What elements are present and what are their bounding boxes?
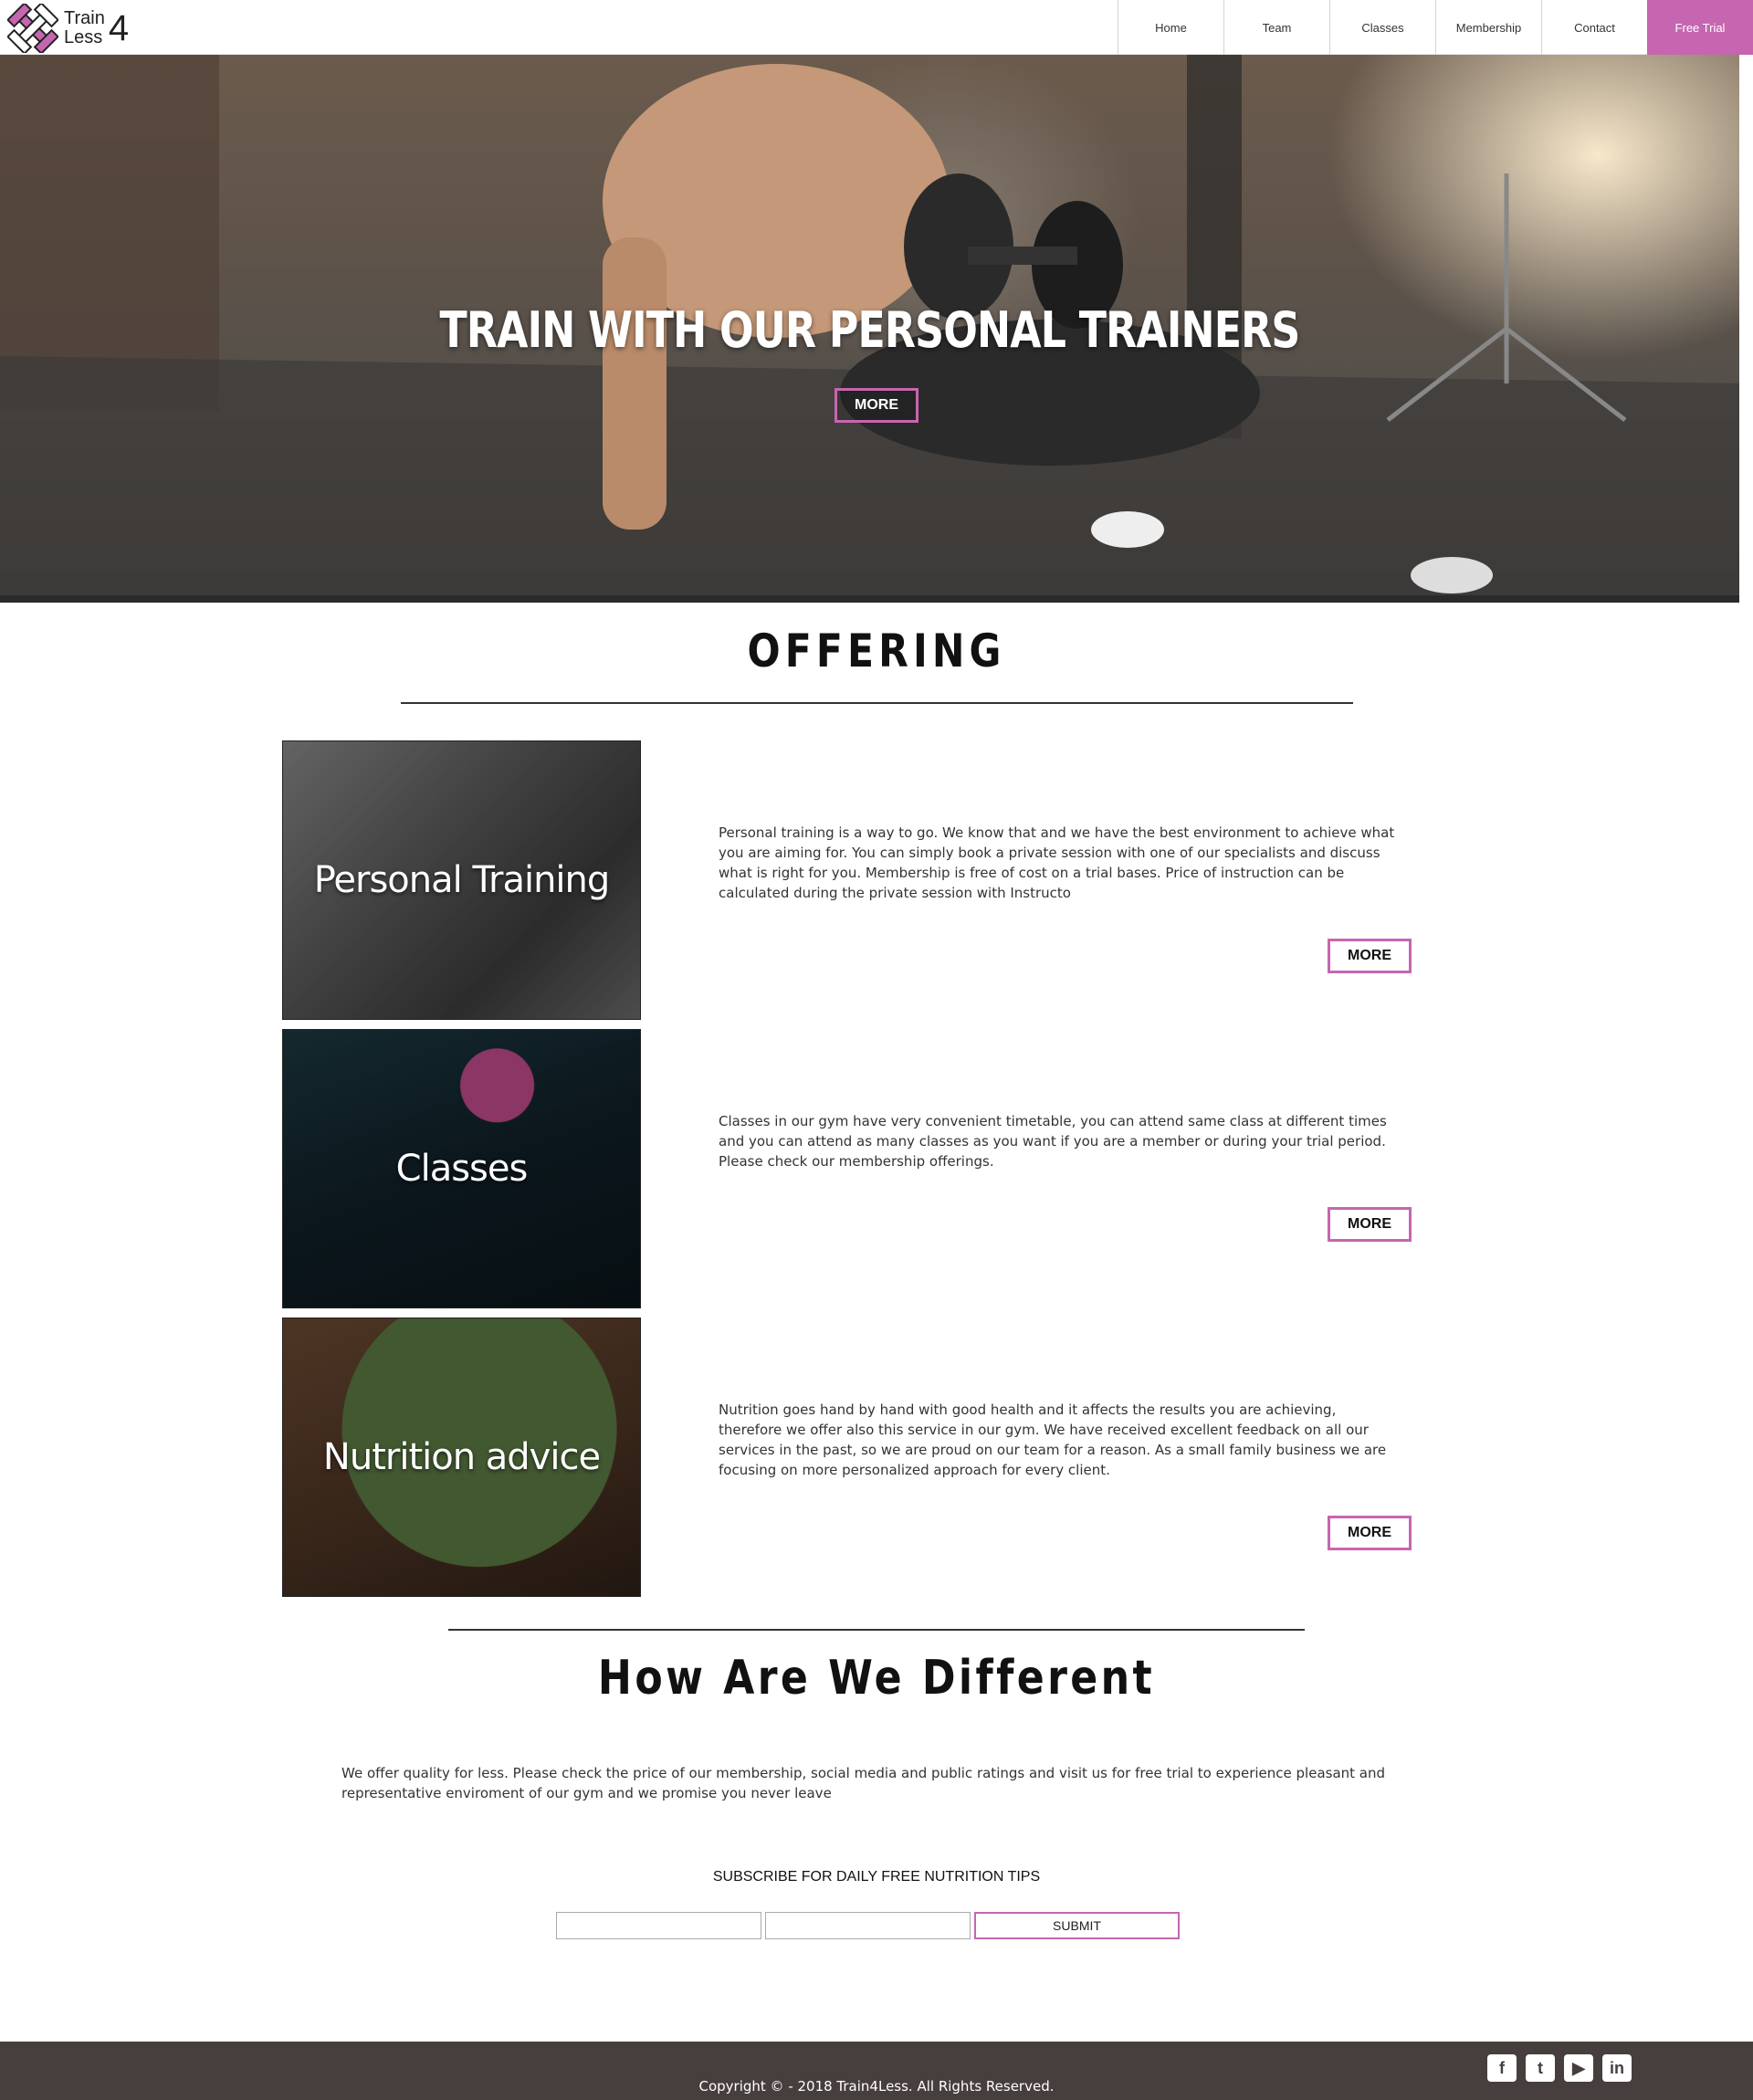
- nav-team[interactable]: Team: [1223, 0, 1329, 55]
- personal-training-card[interactable]: Personal Training: [282, 740, 641, 1020]
- dumbbell-logo-icon: [6, 2, 59, 55]
- subscribe-submit-button[interactable]: SUBMIT: [974, 1912, 1180, 1939]
- classes-label: Classes: [395, 1148, 529, 1190]
- nav-classes[interactable]: Classes: [1329, 0, 1435, 55]
- personal-training-label: Personal Training: [313, 859, 611, 901]
- different-description: We offer quality for less. Please check …: [341, 1765, 1386, 1801]
- classes-card[interactable]: Classes: [282, 1029, 641, 1308]
- logo[interactable]: Train Less 4: [6, 2, 130, 55]
- hero-title: TRAIN WITH OUR PERSONAL TRAINERS: [439, 301, 1300, 359]
- hero-banner: TRAIN WITH OUR PERSONAL TRAINERS MORE: [0, 55, 1739, 603]
- copyright-text: Copyright © - 2018 Train4Less. All Right…: [698, 2078, 1055, 2095]
- personal-training-description: Personal training is a way to go. We kno…: [719, 824, 1395, 901]
- hero-more-button[interactable]: MORE: [835, 388, 918, 423]
- nav-free-trial[interactable]: Free Trial: [1647, 0, 1753, 55]
- offering-divider: [401, 702, 1353, 704]
- nav-membership[interactable]: Membership: [1435, 0, 1541, 55]
- logo-line-1: Train: [64, 8, 105, 28]
- different-divider: [448, 1629, 1305, 1631]
- footer: f t ▶ in Copyright © - 2018 Train4Less. …: [0, 2042, 1753, 2100]
- logo-number: 4: [108, 8, 130, 48]
- classes-more-button[interactable]: MORE: [1328, 1207, 1412, 1242]
- nav-home[interactable]: Home: [1118, 0, 1223, 55]
- main-nav: Home Team Classes Membership Contact Fre…: [1118, 0, 1753, 55]
- nutrition-card[interactable]: Nutrition advice: [282, 1318, 641, 1597]
- nutrition-label: Nutrition advice: [322, 1436, 601, 1478]
- classes-description: Classes in our gym have very convenient …: [719, 1113, 1387, 1170]
- nutrition-description: Nutrition goes hand by hand with good he…: [719, 1402, 1387, 1478]
- logo-line-2: Less: [64, 27, 103, 47]
- nutrition-more-button[interactable]: MORE: [1328, 1516, 1412, 1550]
- subscribe-title: SUBSCRIBE FOR DAILY FREE NUTRITION TIPS: [712, 1869, 1041, 1885]
- different-title: How Are We Different: [597, 1651, 1156, 1706]
- personal-training-more-button[interactable]: MORE: [1328, 939, 1412, 973]
- offering-title: OFFERING: [747, 625, 1006, 677]
- subscribe-name-field[interactable]: [556, 1912, 761, 1939]
- subscribe-email-field[interactable]: [765, 1912, 971, 1939]
- top-navbar: Train Less 4 Home Team Classes Membershi…: [0, 0, 1753, 55]
- logo-wordmark: Train Less: [64, 9, 105, 47]
- nav-contact[interactable]: Contact: [1541, 0, 1647, 55]
